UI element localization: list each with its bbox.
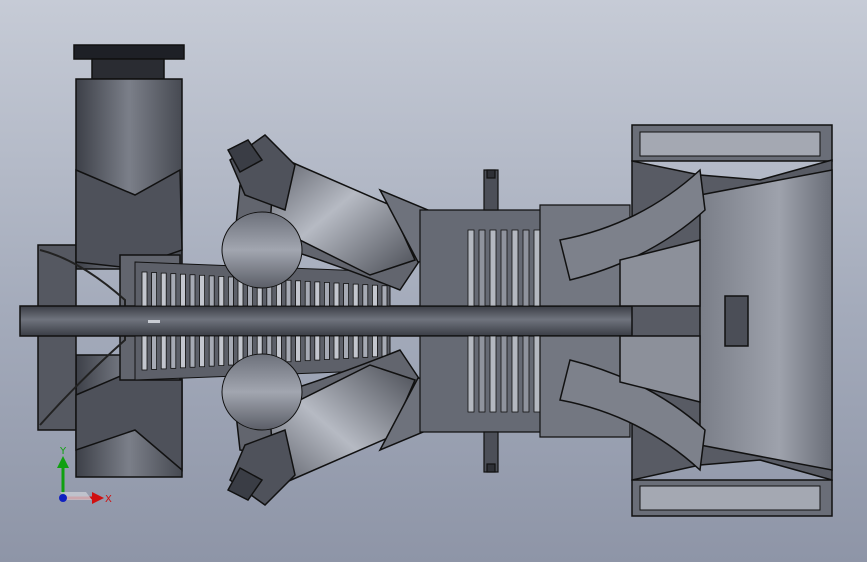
- turbine-blade: [511, 335, 519, 413]
- inlet-plenum: [37, 44, 185, 478]
- cad-viewport[interactable]: Y X: [0, 0, 867, 562]
- compressor-blade: [179, 335, 186, 369]
- inlet-casing-left: [37, 244, 77, 431]
- compressor-blade: [371, 284, 378, 307]
- compressor-blade: [371, 335, 378, 358]
- z-axis-dot: [59, 494, 67, 502]
- inlet-cap: [91, 58, 165, 80]
- turbine-blade: [500, 335, 508, 413]
- inlet-flange-top: [73, 44, 185, 60]
- compressor-blade: [160, 335, 167, 370]
- compressor-blade: [285, 335, 292, 363]
- compressor-blade: [151, 335, 158, 370]
- compressor-blade: [314, 335, 321, 361]
- turbine-blade: [522, 335, 530, 413]
- compressor-blade: [285, 279, 292, 307]
- turbine-blade: [467, 229, 475, 307]
- gas-turbine-section-view[interactable]: Y X: [0, 0, 867, 562]
- compressor-blade: [218, 275, 225, 307]
- compressor-blade: [189, 274, 196, 307]
- compressor-blade: [381, 335, 388, 357]
- combustor-dome-upper: [221, 211, 303, 289]
- compressor-blade: [314, 281, 321, 307]
- turbine-blade: [467, 335, 475, 413]
- compressor-blade: [189, 335, 196, 368]
- turbine-blade: [478, 229, 486, 307]
- compressor-blade: [170, 273, 177, 307]
- turbine-blade: [489, 229, 497, 307]
- y-axis-label: Y: [59, 446, 67, 457]
- turbine-blade: [522, 229, 530, 307]
- compressor-blade: [333, 282, 340, 307]
- compressor-blade: [199, 274, 206, 307]
- compressor-blade: [352, 283, 359, 307]
- compressor-blade: [362, 284, 369, 307]
- compressor-blade: [199, 335, 206, 368]
- compressor-blade: [343, 335, 350, 359]
- compressor-blade: [227, 335, 234, 366]
- compressor-blade: [295, 280, 302, 307]
- turbine-blade: [533, 229, 541, 307]
- compressor-blade: [227, 276, 234, 307]
- compressor-blade: [362, 335, 369, 358]
- compressor-blade: [333, 335, 340, 360]
- compressor-blade: [323, 282, 330, 307]
- y-axis-head: [57, 456, 69, 468]
- compressor-blade: [170, 335, 177, 369]
- turbine-blade: [489, 335, 497, 413]
- compressor-blade: [218, 335, 225, 367]
- compressor-blade: [141, 335, 148, 371]
- x-axis-head: [92, 492, 104, 504]
- combustor-dome-lower: [221, 353, 303, 431]
- compressor-blade: [208, 275, 215, 307]
- x-axis-label: X: [105, 494, 112, 505]
- exhaust-cone: [699, 169, 833, 471]
- compressor-blade: [304, 335, 311, 362]
- compressor-blade: [141, 271, 148, 307]
- compressor-blade: [323, 335, 330, 360]
- compressor-blade: [304, 280, 311, 307]
- compressor-blade: [208, 335, 215, 367]
- compressor-blade: [343, 283, 350, 307]
- compressor-blade: [352, 335, 359, 359]
- compressor-blade: [151, 272, 158, 307]
- turbine-blade: [511, 229, 519, 307]
- turbine-blade: [478, 335, 486, 413]
- shaft-mark: [148, 320, 160, 323]
- turbine-blade: [533, 335, 541, 413]
- compressor-blade: [179, 273, 186, 307]
- compressor-blade: [381, 285, 388, 307]
- turbine-blade: [500, 229, 508, 307]
- compressor-blade: [295, 335, 302, 362]
- compressor-blade: [160, 272, 167, 307]
